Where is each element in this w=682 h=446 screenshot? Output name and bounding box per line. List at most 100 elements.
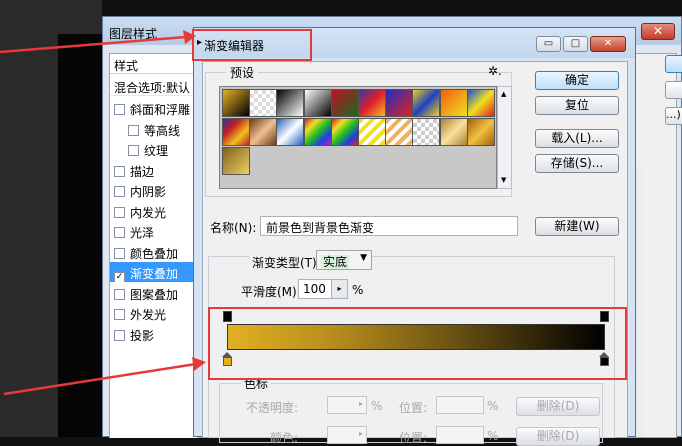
ok-button[interactable]: 确定	[535, 71, 619, 90]
preset-swatch[interactable]	[330, 118, 359, 146]
new-button[interactable]: 新建(W)	[535, 217, 619, 236]
style-item-label: 内阴影	[130, 185, 167, 199]
checkbox[interactable]	[114, 247, 125, 259]
style-item-label: 等高线	[144, 123, 181, 138]
style-item-label: 投影	[130, 328, 155, 343]
preset-swatch[interactable]	[439, 118, 468, 146]
preset-swatch[interactable]	[439, 89, 468, 117]
style-item-label: 图案叠加	[130, 287, 179, 302]
style-item[interactable]: 颜色叠加	[110, 242, 198, 262]
opacity-delete-button[interactable]: 删除(D)	[516, 397, 600, 416]
preset-swatch[interactable]	[358, 118, 386, 146]
style-item-label: 光泽	[130, 226, 155, 240]
layer-style-new-style-button[interactable]: ...)	[665, 107, 682, 125]
smoothness-input[interactable]: 100 ▸	[298, 279, 348, 299]
preset-swatch[interactable]	[412, 89, 441, 117]
style-item[interactable]: 描边	[110, 160, 198, 180]
preset-swatch[interactable]	[385, 89, 414, 117]
opacity-position-label: 位置:	[399, 401, 428, 415]
style-item[interactable]: 内发光	[110, 201, 198, 221]
close-button[interactable]: ✕	[590, 36, 626, 52]
reset-button[interactable]: 复位	[535, 96, 619, 115]
preset-swatch[interactable]	[358, 89, 386, 117]
presets-swatch-grid	[219, 86, 497, 189]
preset-swatch[interactable]	[249, 89, 278, 117]
preset-swatch[interactable]	[466, 118, 495, 146]
layer-style-title: 图层样式	[109, 27, 158, 41]
checkbox[interactable]	[114, 104, 125, 115]
preset-swatch[interactable]	[276, 89, 305, 117]
presets-scrollbar[interactable]: ▲ ▼	[497, 86, 512, 189]
preset-swatch[interactable]	[303, 118, 332, 146]
style-item-label: 渐变叠加	[130, 267, 179, 281]
load-button[interactable]: 载入(L)...	[535, 129, 619, 148]
layer-style-close-button[interactable]: ✕	[641, 23, 675, 40]
style-item[interactable]: ✓ 渐变叠加	[110, 262, 198, 282]
style-item[interactable]: 图案叠加	[110, 283, 198, 303]
layer-style-reset-button[interactable]	[665, 81, 682, 99]
color-position-input[interactable]	[436, 426, 484, 444]
checkbox[interactable]	[128, 145, 139, 156]
minimize-button[interactable]: ▭	[536, 36, 561, 52]
style-item-label: 纹理	[144, 144, 169, 158]
style-item-label: 描边	[130, 164, 155, 179]
opacity-label: 不透明度:	[246, 401, 299, 415]
checkbox[interactable]	[114, 288, 125, 300]
opacity-unit: %	[371, 399, 383, 413]
style-item[interactable]: 等高线	[110, 119, 198, 139]
preset-swatch[interactable]	[222, 147, 250, 175]
preset-swatch[interactable]	[303, 89, 332, 117]
style-item[interactable]: 斜面和浮雕	[110, 98, 198, 118]
gradient-type-select[interactable]: 实底 ▼	[316, 250, 372, 270]
scroll-up-icon[interactable]: ▲	[501, 90, 506, 98]
checkbox[interactable]	[114, 227, 125, 238]
preset-swatch[interactable]	[466, 89, 495, 117]
color-label: 颜色:	[270, 431, 299, 445]
opacity-position-unit: %	[487, 399, 499, 413]
opacity-input[interactable]: ▸	[327, 396, 367, 414]
scroll-down-icon[interactable]: ▼	[501, 176, 506, 184]
preset-swatch[interactable]	[276, 118, 305, 146]
smoothness-label: 平滑度(M):	[241, 285, 301, 299]
canvas-area	[58, 34, 102, 437]
style-item-label: 外发光	[130, 308, 167, 322]
style-item[interactable]: 外发光	[110, 303, 198, 323]
checkbox[interactable]	[114, 309, 125, 320]
checkbox[interactable]: ✓	[114, 272, 125, 282]
highlight-title-box	[192, 29, 312, 61]
checkbox[interactable]	[128, 124, 139, 136]
preset-swatch[interactable]	[330, 89, 359, 117]
gradient-type-value: 实底	[321, 255, 350, 269]
preset-swatch[interactable]	[249, 118, 278, 146]
preset-swatch[interactable]	[385, 118, 414, 146]
checkbox[interactable]	[114, 165, 125, 177]
presets-label: 预设	[226, 64, 259, 81]
preset-swatch[interactable]	[412, 118, 441, 146]
style-item-label: 内发光	[130, 205, 167, 220]
save-button[interactable]: 存储(S)...	[535, 154, 619, 173]
style-item[interactable]: 纹理	[110, 139, 198, 159]
checkbox[interactable]	[114, 329, 125, 341]
preset-swatch[interactable]	[222, 89, 250, 117]
style-item[interactable]: 光泽	[110, 221, 198, 241]
opacity-position-input[interactable]	[436, 396, 484, 414]
color-swatch-input[interactable]: ▸	[327, 426, 367, 444]
styles-list: 样式 混合选项:默认 斜面和浮雕等高线纹理描边内阴影内发光光泽颜色叠加 ✓ 渐变叠加…	[110, 54, 198, 438]
style-item[interactable]: 投影	[110, 324, 198, 344]
name-input[interactable]: 前景色到背景色渐变	[260, 216, 518, 236]
smoothness-unit: %	[352, 283, 364, 297]
presets-gear-icon[interactable]: ✲.	[488, 64, 502, 78]
styles-list-header[interactable]: 样式	[110, 54, 198, 74]
color-position-label: 位置:	[399, 431, 428, 445]
preset-swatch[interactable]	[222, 118, 250, 146]
style-item[interactable]: 内阴影	[110, 180, 198, 200]
style-item-label: 颜色叠加	[130, 246, 179, 261]
layer-style-ok-button[interactable]	[665, 55, 682, 73]
blend-options-item[interactable]: 混合选项:默认	[110, 76, 198, 96]
gradient-type-label: 渐变类型(T):	[249, 254, 324, 271]
smoothness-stepper-icon[interactable]: ▸	[331, 280, 347, 298]
opacity-stepper-icon[interactable]: ▸	[359, 399, 363, 408]
maximize-button[interactable]: □	[563, 36, 588, 52]
checkbox[interactable]	[114, 186, 125, 197]
checkbox[interactable]	[114, 206, 125, 218]
